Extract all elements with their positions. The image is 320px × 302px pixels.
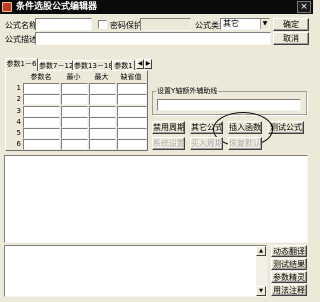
col-header-max: 最大 <box>94 73 109 81</box>
row-number: 4 <box>16 118 21 126</box>
app-icon <box>2 2 12 12</box>
param-name-cell[interactable] <box>23 128 60 139</box>
close-button[interactable]: × <box>297 1 311 13</box>
tab-params-1-6[interactable]: 参数1－6 <box>5 58 38 71</box>
restore-default-button[interactable]: 恢复默认 <box>228 137 262 150</box>
param-min-cell[interactable] <box>61 94 88 105</box>
y-axis-lines-input[interactable] <box>157 99 301 111</box>
password-checkbox[interactable] <box>98 20 107 29</box>
formula-desc-input[interactable] <box>35 32 271 45</box>
param-default-cell[interactable] <box>117 83 147 94</box>
formula-editor[interactable] <box>4 155 308 243</box>
other-formula-button[interactable]: 其它公式 <box>190 121 223 134</box>
param-name-cell[interactable] <box>23 83 60 94</box>
param-name-cell[interactable] <box>23 117 60 128</box>
window-title: 条件选股公式编辑器 <box>16 2 98 12</box>
param-panel: 参数名 最小 最大 缺省值 1 2 3 4 5 6 <box>5 70 148 151</box>
test-formula-button[interactable]: 测试公式 <box>268 121 304 134</box>
param-name-cell[interactable] <box>23 94 60 105</box>
formula-desc-label: 公式描述 <box>5 35 37 44</box>
param-max-cell[interactable] <box>89 94 116 105</box>
tab-scroll-left-icon[interactable]: ◀ <box>136 59 144 69</box>
formula-name-label: 公式名称 <box>5 21 37 30</box>
tab-scroll-right-icon[interactable]: ▶ <box>144 59 152 69</box>
message-area[interactable]: ▲ ▼ <box>4 245 267 297</box>
password-input[interactable] <box>140 18 191 31</box>
param-min-cell[interactable] <box>61 83 88 94</box>
formula-type-select[interactable]: 其它 ▼ <box>220 18 270 30</box>
usage-notes-button[interactable]: 用法注释 <box>271 284 307 296</box>
param-min-cell[interactable] <box>61 117 88 128</box>
row-number: 6 <box>16 140 21 148</box>
param-default-cell[interactable] <box>117 139 147 150</box>
param-default-cell[interactable] <box>117 94 147 105</box>
title-bar[interactable]: 条件选股公式编辑器 × <box>0 0 313 14</box>
formula-editor-window: 条件选股公式编辑器 × 公式名称 密码保护 公式类型 其它 ▼ 确定 公式描述 … <box>0 0 313 302</box>
confirm-button[interactable]: 确定 <box>273 18 309 31</box>
password-label: 密码保护 <box>110 21 142 30</box>
param-max-cell[interactable] <box>89 128 116 139</box>
disable-period-button[interactable]: 禁用周期 <box>152 121 185 134</box>
param-default-cell[interactable] <box>117 117 147 128</box>
col-header-min: 最小 <box>66 73 81 81</box>
param-min-cell[interactable] <box>61 106 88 117</box>
insert-function-button[interactable]: 插入函数 <box>228 121 262 134</box>
y-axis-lines-group: 设置Y轴额外辅助线 <box>152 87 307 115</box>
param-max-cell[interactable] <box>89 139 116 150</box>
row-number: 5 <box>16 129 21 137</box>
param-wizard-button[interactable]: 参数精灵 <box>271 271 307 283</box>
param-name-cell[interactable] <box>23 106 60 117</box>
import-period-button[interactable]: 买入周期 <box>190 137 223 150</box>
param-default-cell[interactable] <box>117 106 147 117</box>
message-scrollbar[interactable]: ▲ ▼ <box>256 246 266 296</box>
y-axis-lines-label: 设置Y轴额外辅助线 <box>156 87 219 96</box>
param-min-cell[interactable] <box>61 139 88 150</box>
row-number: 2 <box>16 95 21 103</box>
param-max-cell[interactable] <box>89 117 116 128</box>
test-result-button[interactable]: 测试结果 <box>271 258 307 270</box>
scroll-down-icon[interactable]: ▼ <box>256 286 266 296</box>
formula-type-value: 其它 <box>223 19 239 28</box>
row-number: 1 <box>16 84 21 92</box>
row-number: 3 <box>16 107 21 115</box>
param-max-cell[interactable] <box>89 83 116 94</box>
system-settings-button[interactable]: 系统设置 <box>152 137 185 150</box>
col-header-default: 缺省值 <box>120 73 142 81</box>
dynamic-translate-button[interactable]: 动态翻译 <box>271 245 307 257</box>
scroll-up-icon[interactable]: ▲ <box>256 246 266 256</box>
formula-name-input[interactable] <box>35 18 92 31</box>
param-default-cell[interactable] <box>117 128 147 139</box>
chevron-down-icon[interactable]: ▼ <box>260 19 269 29</box>
param-min-cell[interactable] <box>61 128 88 139</box>
col-header-param-name: 参数名 <box>30 73 52 81</box>
cancel-button[interactable]: 取消 <box>273 32 309 45</box>
param-max-cell[interactable] <box>89 106 116 117</box>
param-name-cell[interactable] <box>23 139 60 150</box>
